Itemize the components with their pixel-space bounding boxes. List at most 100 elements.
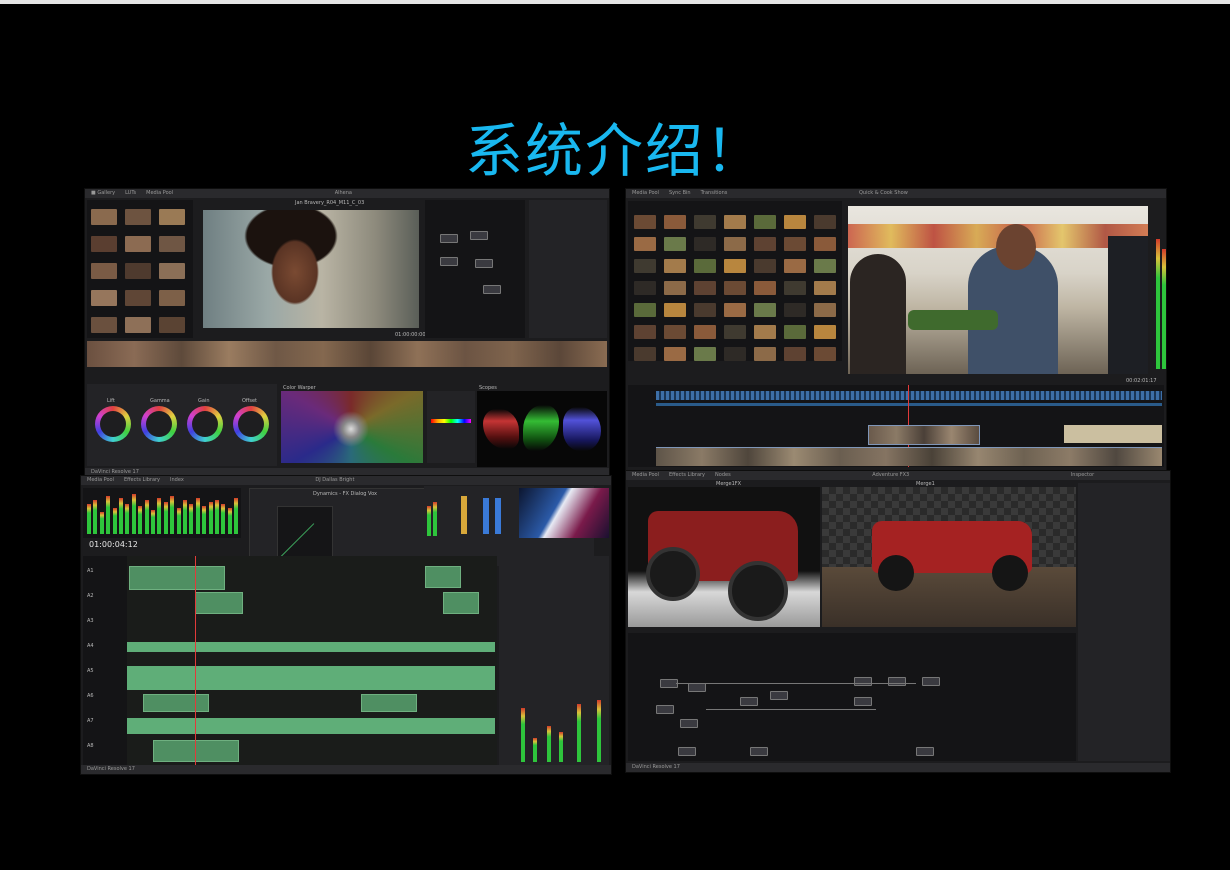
fusion-node[interactable] [854, 697, 872, 706]
media-pool-clip[interactable] [664, 259, 686, 273]
media-pool-clip[interactable] [754, 325, 776, 339]
audio-clip[interactable] [143, 694, 209, 712]
gallery-still[interactable] [159, 209, 185, 225]
gallery-still[interactable] [125, 209, 151, 225]
media-pool-clip[interactable] [784, 215, 806, 229]
media-pool-clip[interactable] [784, 237, 806, 251]
fusion-node[interactable] [678, 747, 696, 756]
media-pool-clip[interactable] [694, 325, 716, 339]
fusion-node[interactable] [680, 719, 698, 728]
media-pool-clip[interactable] [664, 237, 686, 251]
fusion-node[interactable] [916, 747, 934, 756]
media-pool-clip[interactable] [694, 259, 716, 273]
track-name[interactable]: A1 [87, 568, 94, 574]
track-name[interactable]: A3 [87, 618, 94, 624]
color-warper[interactable] [281, 391, 423, 463]
media-pool-clip[interactable] [784, 281, 806, 295]
media-pool-clip[interactable] [664, 325, 686, 339]
media-pool-clip[interactable] [724, 303, 746, 317]
gallery-still[interactable] [91, 317, 117, 333]
media-pool-clip[interactable] [814, 215, 836, 229]
fusion-node[interactable] [688, 683, 706, 692]
upper-timeline-clips[interactable] [656, 391, 1162, 400]
offset-wheel[interactable] [233, 406, 269, 442]
media-pool-clip[interactable] [814, 347, 836, 361]
media-pool-clip[interactable] [634, 237, 656, 251]
track-name[interactable]: A6 [87, 693, 94, 699]
gallery-still[interactable] [125, 317, 151, 333]
audio-clip[interactable] [425, 566, 461, 588]
gain-wheel[interactable] [187, 406, 223, 442]
audio-clip[interactable] [195, 592, 243, 614]
color-node[interactable] [470, 231, 488, 240]
main-video-track[interactable] [656, 447, 1162, 466]
media-pool-clip[interactable] [694, 215, 716, 229]
fusion-node[interactable] [770, 691, 788, 700]
gallery-still[interactable] [125, 290, 151, 306]
media-pool-clip[interactable] [784, 259, 806, 273]
video-clip[interactable] [868, 425, 980, 445]
color-node[interactable] [483, 285, 501, 294]
media-pool-clip[interactable] [724, 325, 746, 339]
media-pool-clip[interactable] [694, 347, 716, 361]
audio-clip[interactable] [153, 740, 239, 762]
gallery-still[interactable] [91, 209, 117, 225]
media-pool-clip[interactable] [784, 325, 806, 339]
track-name[interactable]: A5 [87, 668, 94, 674]
track-name[interactable]: A4 [87, 643, 94, 649]
lift-wheel[interactable] [95, 406, 131, 442]
audio-clip[interactable] [127, 718, 495, 734]
gallery-still[interactable] [159, 236, 185, 252]
media-pool-clip[interactable] [634, 259, 656, 273]
audio-clip[interactable] [361, 694, 417, 712]
media-pool-clip[interactable] [724, 237, 746, 251]
media-pool-clip[interactable] [754, 303, 776, 317]
media-pool-clip[interactable] [754, 259, 776, 273]
media-pool-clip[interactable] [694, 237, 716, 251]
gallery-still[interactable] [91, 236, 117, 252]
fusion-node[interactable] [750, 747, 768, 756]
media-pool-clip[interactable] [634, 325, 656, 339]
gallery-still[interactable] [91, 263, 117, 279]
track-name[interactable]: A7 [87, 718, 94, 724]
fusion-node[interactable] [740, 697, 758, 706]
gallery-still[interactable] [125, 263, 151, 279]
fairlight-playhead[interactable] [195, 556, 196, 766]
media-pool-clip[interactable] [814, 237, 836, 251]
audio-clip[interactable] [443, 592, 479, 614]
media-pool-clip[interactable] [814, 325, 836, 339]
media-pool-clip[interactable] [784, 347, 806, 361]
media-pool-clip[interactable] [664, 347, 686, 361]
media-pool-clip[interactable] [724, 281, 746, 295]
track-name[interactable]: A2 [87, 593, 94, 599]
media-pool-clip[interactable] [754, 215, 776, 229]
audio-clip[interactable] [127, 642, 495, 652]
media-pool-clip[interactable] [814, 281, 836, 295]
media-pool-clip[interactable] [754, 281, 776, 295]
media-pool-clip[interactable] [664, 215, 686, 229]
media-pool-clip[interactable] [664, 281, 686, 295]
gallery-still[interactable] [125, 236, 151, 252]
gamma-wheel[interactable] [141, 406, 177, 442]
track-name[interactable]: A8 [87, 743, 94, 749]
media-pool-clip[interactable] [634, 347, 656, 361]
media-pool-clip[interactable] [694, 303, 716, 317]
fusion-node[interactable] [888, 677, 906, 686]
media-pool-clip[interactable] [724, 215, 746, 229]
media-pool-clip[interactable] [754, 237, 776, 251]
fusion-node[interactable] [656, 705, 674, 714]
media-pool-clip[interactable] [724, 259, 746, 273]
gallery-still[interactable] [91, 290, 117, 306]
color-node[interactable] [440, 257, 458, 266]
media-pool-clip[interactable] [634, 281, 656, 295]
media-pool-clip[interactable] [724, 347, 746, 361]
media-pool-clip[interactable] [814, 259, 836, 273]
audio-clip[interactable] [129, 566, 225, 590]
color-node[interactable] [475, 259, 493, 268]
media-pool-clip[interactable] [634, 303, 656, 317]
media-pool-clip[interactable] [814, 303, 836, 317]
media-pool-clip[interactable] [664, 303, 686, 317]
gallery-still[interactable] [159, 263, 185, 279]
color-clip-strip[interactable] [87, 341, 607, 367]
media-pool-clip[interactable] [784, 303, 806, 317]
